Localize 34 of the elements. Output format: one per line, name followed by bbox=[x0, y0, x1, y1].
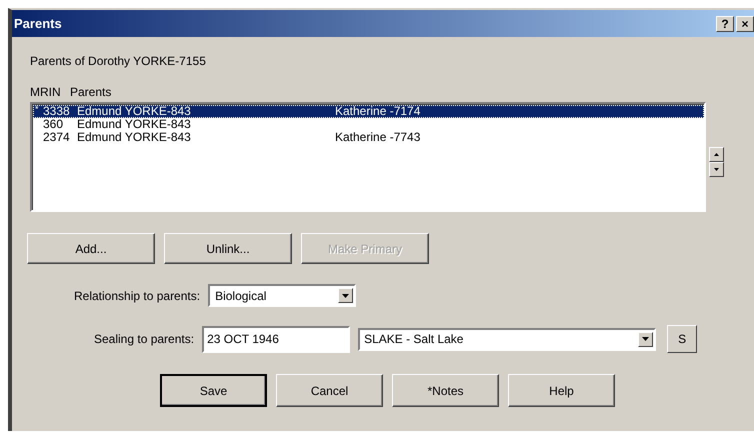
up-arrow-icon bbox=[714, 153, 719, 156]
field-label: Sealing to parents: bbox=[94, 332, 194, 346]
primary-marker: * bbox=[35, 105, 40, 116]
dialog-button[interactable]: Save bbox=[160, 374, 267, 407]
mrin-text: 360 bbox=[43, 118, 64, 131]
move-up-button[interactable] bbox=[709, 147, 724, 162]
mrin-text: 2374 bbox=[43, 131, 71, 144]
dialog-button[interactable]: *Notes bbox=[392, 374, 499, 407]
move-down-button[interactable] bbox=[709, 162, 724, 177]
window-title: Parents bbox=[14, 16, 62, 31]
mother-text: Katherine -7174 bbox=[335, 105, 420, 118]
action-button[interactable]: Unlink... bbox=[164, 233, 292, 264]
list-row[interactable]: 360 Edmund YORKE-843 bbox=[33, 118, 704, 131]
father-text: Edmund YORKE-843 bbox=[77, 118, 192, 131]
father-text: Edmund YORKE-843 bbox=[77, 105, 192, 118]
dialog-button[interactable]: Cancel bbox=[276, 374, 383, 407]
heading-text: Parents of Dorothy YORKE-7155 bbox=[30, 54, 207, 68]
father-text: Edmund YORKE-843 bbox=[77, 131, 192, 144]
dialog-button[interactable]: Help bbox=[508, 374, 615, 407]
relationship-dropdown[interactable]: Biological bbox=[208, 284, 356, 307]
mother-text: Katherine -7743 bbox=[335, 131, 420, 144]
field-label: Relationship to parents: bbox=[74, 288, 200, 302]
source-button[interactable]: S bbox=[667, 325, 698, 353]
down-arrow-icon bbox=[714, 168, 719, 171]
help-button[interactable]: ? bbox=[716, 16, 734, 32]
list-row[interactable]: * 3338 Edmund YORKE-843 Katherine -7174 bbox=[33, 105, 704, 118]
list-row[interactable]: 2374 Edmund YORKE-843 Katherine -7743 bbox=[33, 131, 704, 144]
date-field[interactable]: 23 OCT 1946 bbox=[202, 326, 350, 352]
mrin-text: 3338 bbox=[43, 105, 71, 118]
action-button[interactable]: Add... bbox=[27, 233, 155, 264]
temple-dropdown[interactable]: SLAKE - Salt Lake bbox=[358, 328, 656, 350]
close-button[interactable]: × bbox=[736, 16, 754, 32]
column-header: Parents bbox=[70, 85, 112, 99]
column-header: MRIN bbox=[30, 85, 62, 99]
